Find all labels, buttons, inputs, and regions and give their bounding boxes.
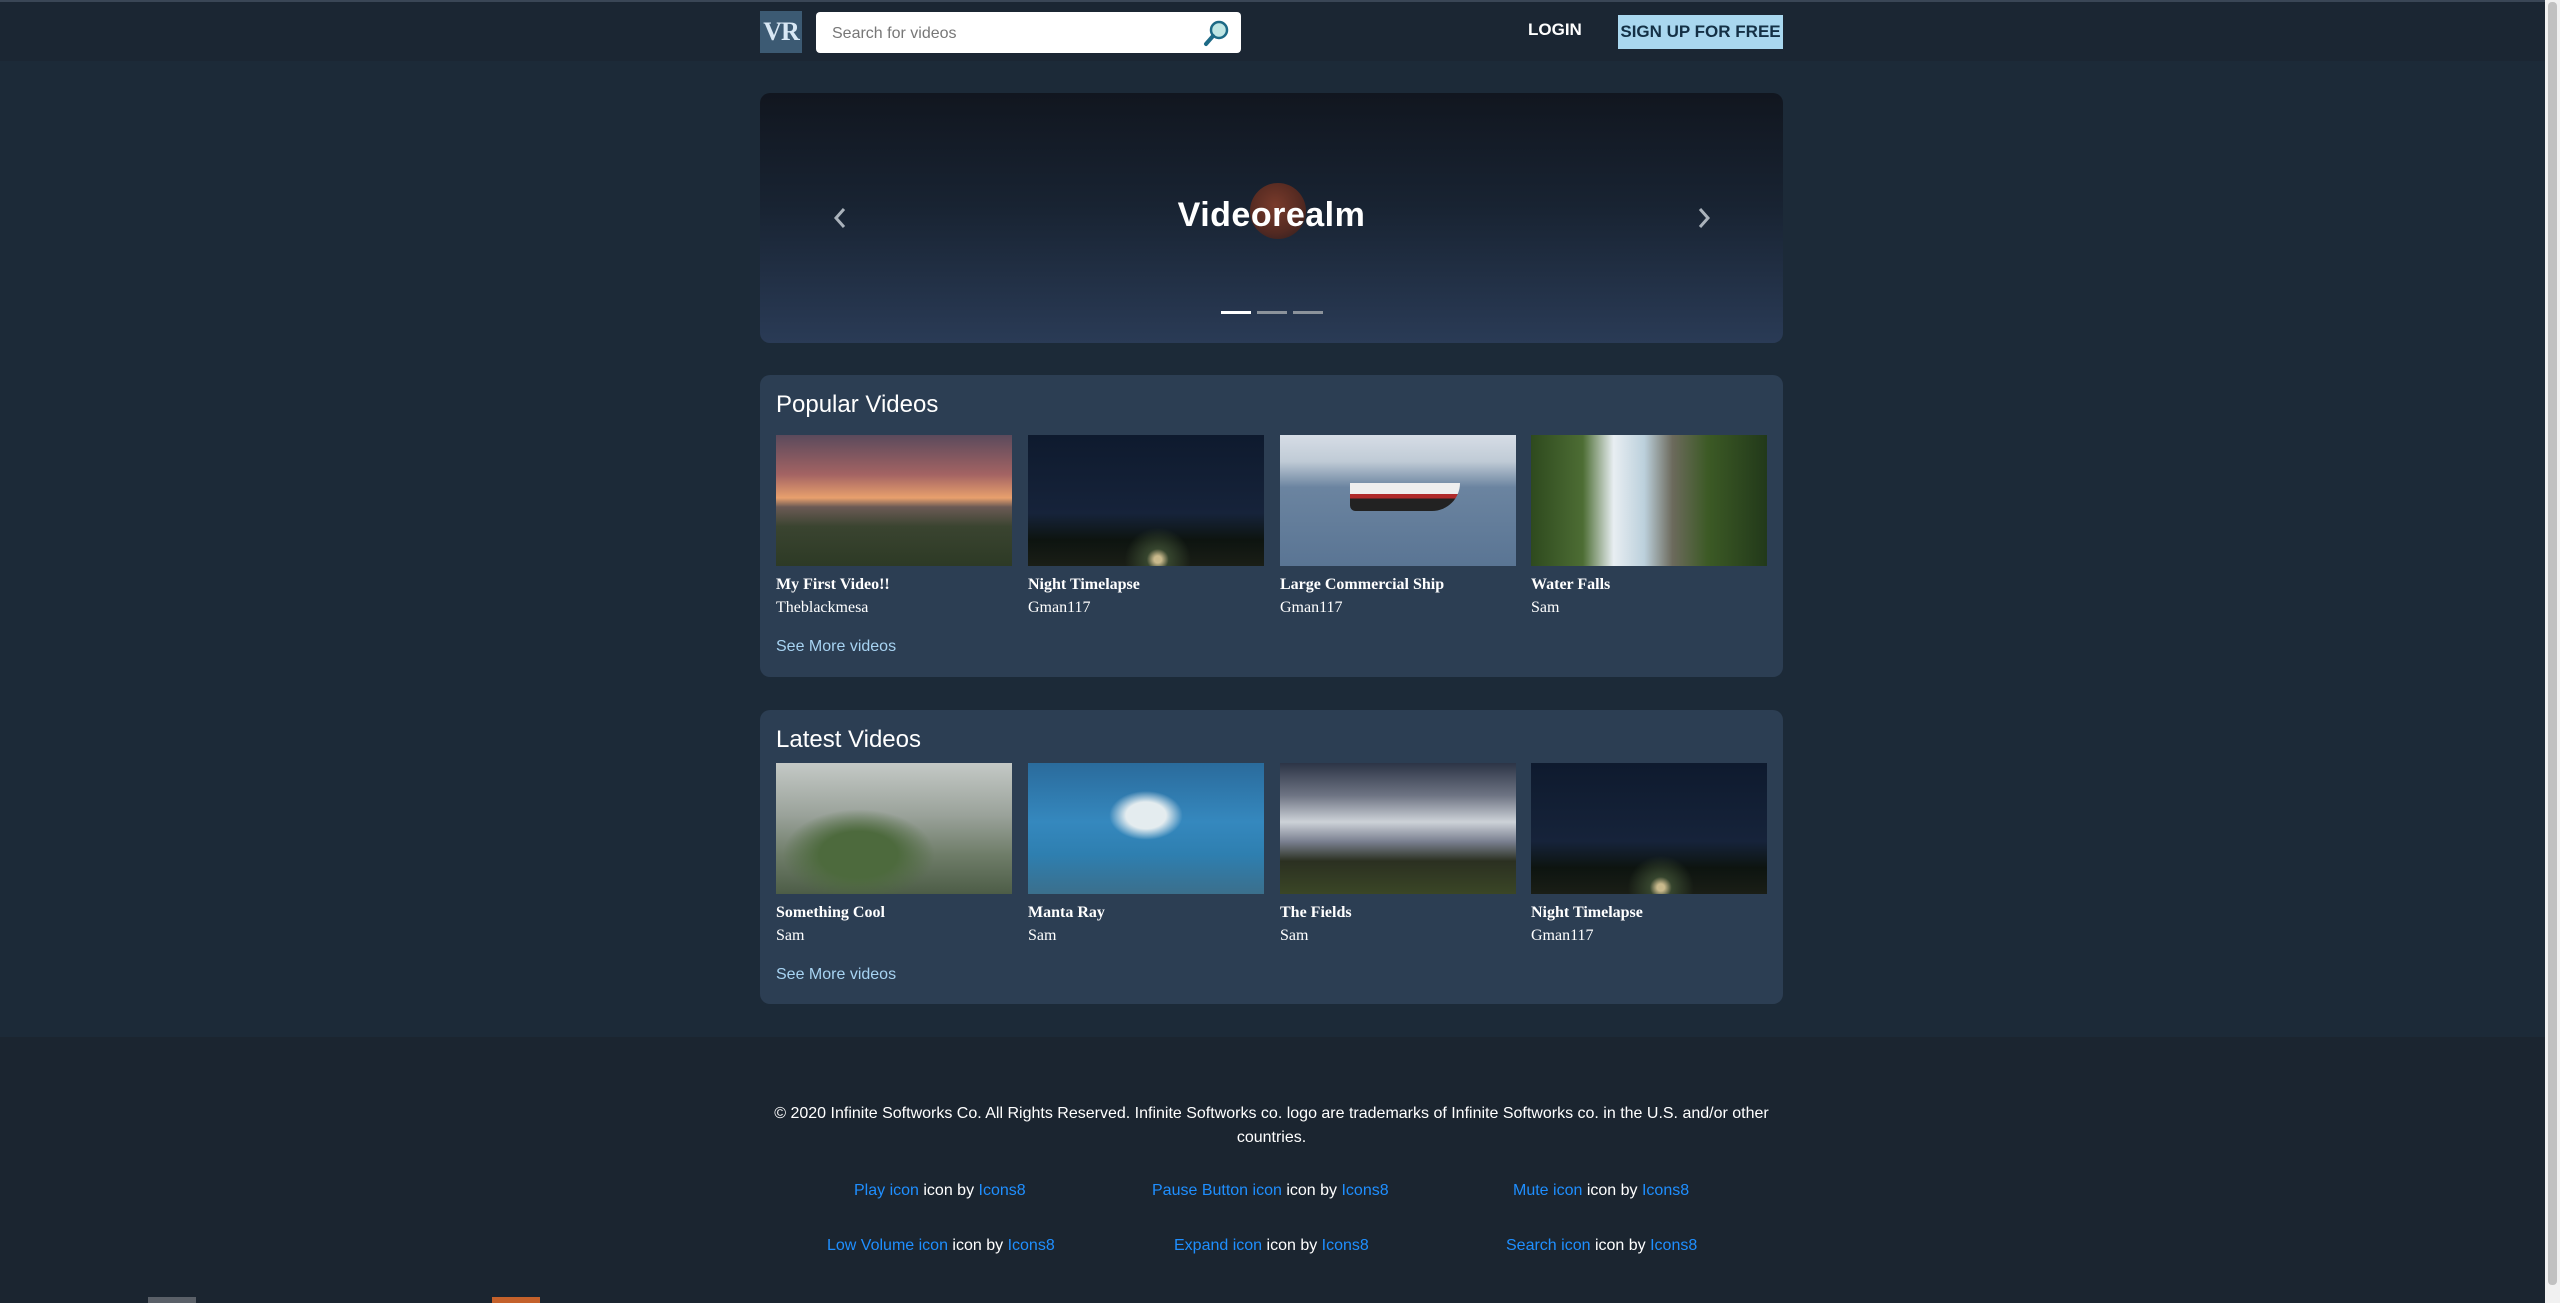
icons8-link[interactable]: Icons8 bbox=[1642, 1182, 1689, 1199]
icons8-link[interactable]: Icons8 bbox=[1008, 1237, 1055, 1254]
video-author[interactable]: Theblackmesa bbox=[776, 599, 1012, 617]
video-card[interactable]: Night Timelapse Gman117 bbox=[1531, 763, 1767, 945]
video-title[interactable]: The Fields bbox=[1280, 904, 1516, 922]
video-title[interactable]: Large Commercial Ship bbox=[1280, 576, 1516, 594]
video-card[interactable]: The Fields Sam bbox=[1280, 763, 1516, 945]
carousel-indicator-2[interactable] bbox=[1256, 311, 1287, 314]
icon-credit-link[interactable]: Low Volume icon bbox=[827, 1237, 948, 1254]
page-scrollbar[interactable] bbox=[2545, 0, 2560, 1303]
icon-credit-text: icon by bbox=[1266, 1237, 1318, 1254]
carousel-indicator-3[interactable] bbox=[1292, 311, 1323, 314]
icon-credit: Expand icon icon by Icons8 bbox=[1174, 1237, 1369, 1255]
icon-credit-link[interactable]: Play icon bbox=[854, 1182, 919, 1199]
hero-title: Videorealm bbox=[1177, 196, 1366, 234]
popular-videos-section: Popular Videos My First Video!! Theblack… bbox=[760, 375, 1783, 677]
icon-credit-link[interactable]: Search icon bbox=[1506, 1237, 1591, 1254]
icon-credit-text: icon by bbox=[952, 1237, 1004, 1254]
icons8-link[interactable]: Icons8 bbox=[979, 1182, 1026, 1199]
video-author[interactable]: Sam bbox=[1028, 927, 1264, 945]
top-navbar: VR LOGIN SIGN UP FOR FREE bbox=[0, 0, 2545, 61]
search-icon[interactable] bbox=[1203, 19, 1231, 47]
icons8-link[interactable]: Icons8 bbox=[1341, 1182, 1388, 1199]
video-thumbnail[interactable] bbox=[1280, 763, 1516, 894]
video-author[interactable]: Sam bbox=[1280, 927, 1516, 945]
video-title[interactable]: Night Timelapse bbox=[1028, 576, 1264, 594]
icon-credit-text: icon by bbox=[923, 1182, 975, 1199]
carousel-indicators bbox=[760, 311, 1783, 314]
icon-credit-text: icon by bbox=[1586, 1182, 1638, 1199]
icon-credit: Search icon icon by Icons8 bbox=[1506, 1237, 1697, 1255]
signup-button[interactable]: SIGN UP FOR FREE bbox=[1618, 15, 1783, 49]
search-bar bbox=[816, 12, 1241, 55]
video-title[interactable]: My First Video!! bbox=[776, 576, 1012, 594]
video-card[interactable]: My First Video!! Theblackmesa bbox=[776, 435, 1012, 617]
video-title[interactable]: Something Cool bbox=[776, 904, 1012, 922]
page-footer: © 2020 Infinite Softworks Co. All Rights… bbox=[0, 1037, 2545, 1303]
video-author[interactable]: Gman117 bbox=[1028, 599, 1264, 617]
video-thumbnail[interactable] bbox=[1531, 763, 1767, 894]
icon-credit-link[interactable]: Pause Button icon bbox=[1152, 1182, 1282, 1199]
taskbar-item[interactable] bbox=[148, 1297, 196, 1303]
hero-carousel: Videorealm bbox=[760, 93, 1783, 343]
icon-credit: Low Volume icon icon by Icons8 bbox=[827, 1237, 1055, 1255]
icon-credit-link[interactable]: Mute icon bbox=[1513, 1182, 1582, 1199]
video-thumbnail[interactable] bbox=[1280, 435, 1516, 566]
video-card[interactable]: Water Falls Sam bbox=[1531, 435, 1767, 617]
video-author[interactable]: Gman117 bbox=[1280, 599, 1516, 617]
video-card[interactable]: Manta Ray Sam bbox=[1028, 763, 1264, 945]
video-thumbnail[interactable] bbox=[776, 763, 1012, 894]
video-thumbnail[interactable] bbox=[1531, 435, 1767, 566]
video-title[interactable]: Night Timelapse bbox=[1531, 904, 1767, 922]
copyright-text: © 2020 Infinite Softworks Co. All Rights… bbox=[774, 1105, 1769, 1146]
icon-credit: Play icon icon by Icons8 bbox=[854, 1182, 1026, 1200]
video-title[interactable]: Water Falls bbox=[1531, 576, 1767, 594]
video-card[interactable]: Large Commercial Ship Gman117 bbox=[1280, 435, 1516, 617]
latest-videos-section: Latest Videos Something Cool Sam Manta R… bbox=[760, 710, 1783, 1004]
icons8-link[interactable]: Icons8 bbox=[1650, 1237, 1697, 1254]
video-card[interactable]: Night Timelapse Gman117 bbox=[1028, 435, 1264, 617]
icon-credit-link[interactable]: Expand icon bbox=[1174, 1237, 1262, 1254]
carousel-next-icon[interactable] bbox=[1692, 203, 1716, 233]
search-input[interactable] bbox=[830, 12, 1204, 55]
see-more-latest-link[interactable]: See More videos bbox=[776, 966, 896, 984]
see-more-popular-link[interactable]: See More videos bbox=[776, 638, 896, 656]
icons8-link[interactable]: Icons8 bbox=[1322, 1237, 1369, 1254]
section-title: Popular Videos bbox=[776, 391, 939, 418]
carousel-indicator-1[interactable] bbox=[1220, 311, 1251, 314]
icon-credit: Pause Button icon icon by Icons8 bbox=[1152, 1182, 1389, 1200]
taskbar-item[interactable] bbox=[492, 1297, 540, 1303]
icon-credit-text: icon by bbox=[1286, 1182, 1338, 1199]
site-logo[interactable]: VR bbox=[760, 11, 802, 53]
video-thumbnail[interactable] bbox=[1028, 763, 1264, 894]
section-title: Latest Videos bbox=[776, 726, 921, 753]
login-link[interactable]: LOGIN bbox=[1528, 20, 1582, 40]
video-title[interactable]: Manta Ray bbox=[1028, 904, 1264, 922]
scrollbar-thumb[interactable] bbox=[2548, 2, 2557, 1285]
video-thumbnail[interactable] bbox=[776, 435, 1012, 566]
icon-credit-text: icon by bbox=[1594, 1237, 1646, 1254]
video-author[interactable]: Sam bbox=[1531, 599, 1767, 617]
video-thumbnail[interactable] bbox=[1028, 435, 1264, 566]
carousel-prev-icon[interactable] bbox=[828, 203, 852, 233]
video-card[interactable]: Something Cool Sam bbox=[776, 763, 1012, 945]
video-author[interactable]: Gman117 bbox=[1531, 927, 1767, 945]
video-author[interactable]: Sam bbox=[776, 927, 1012, 945]
icon-credit: Mute icon icon by Icons8 bbox=[1513, 1182, 1689, 1200]
